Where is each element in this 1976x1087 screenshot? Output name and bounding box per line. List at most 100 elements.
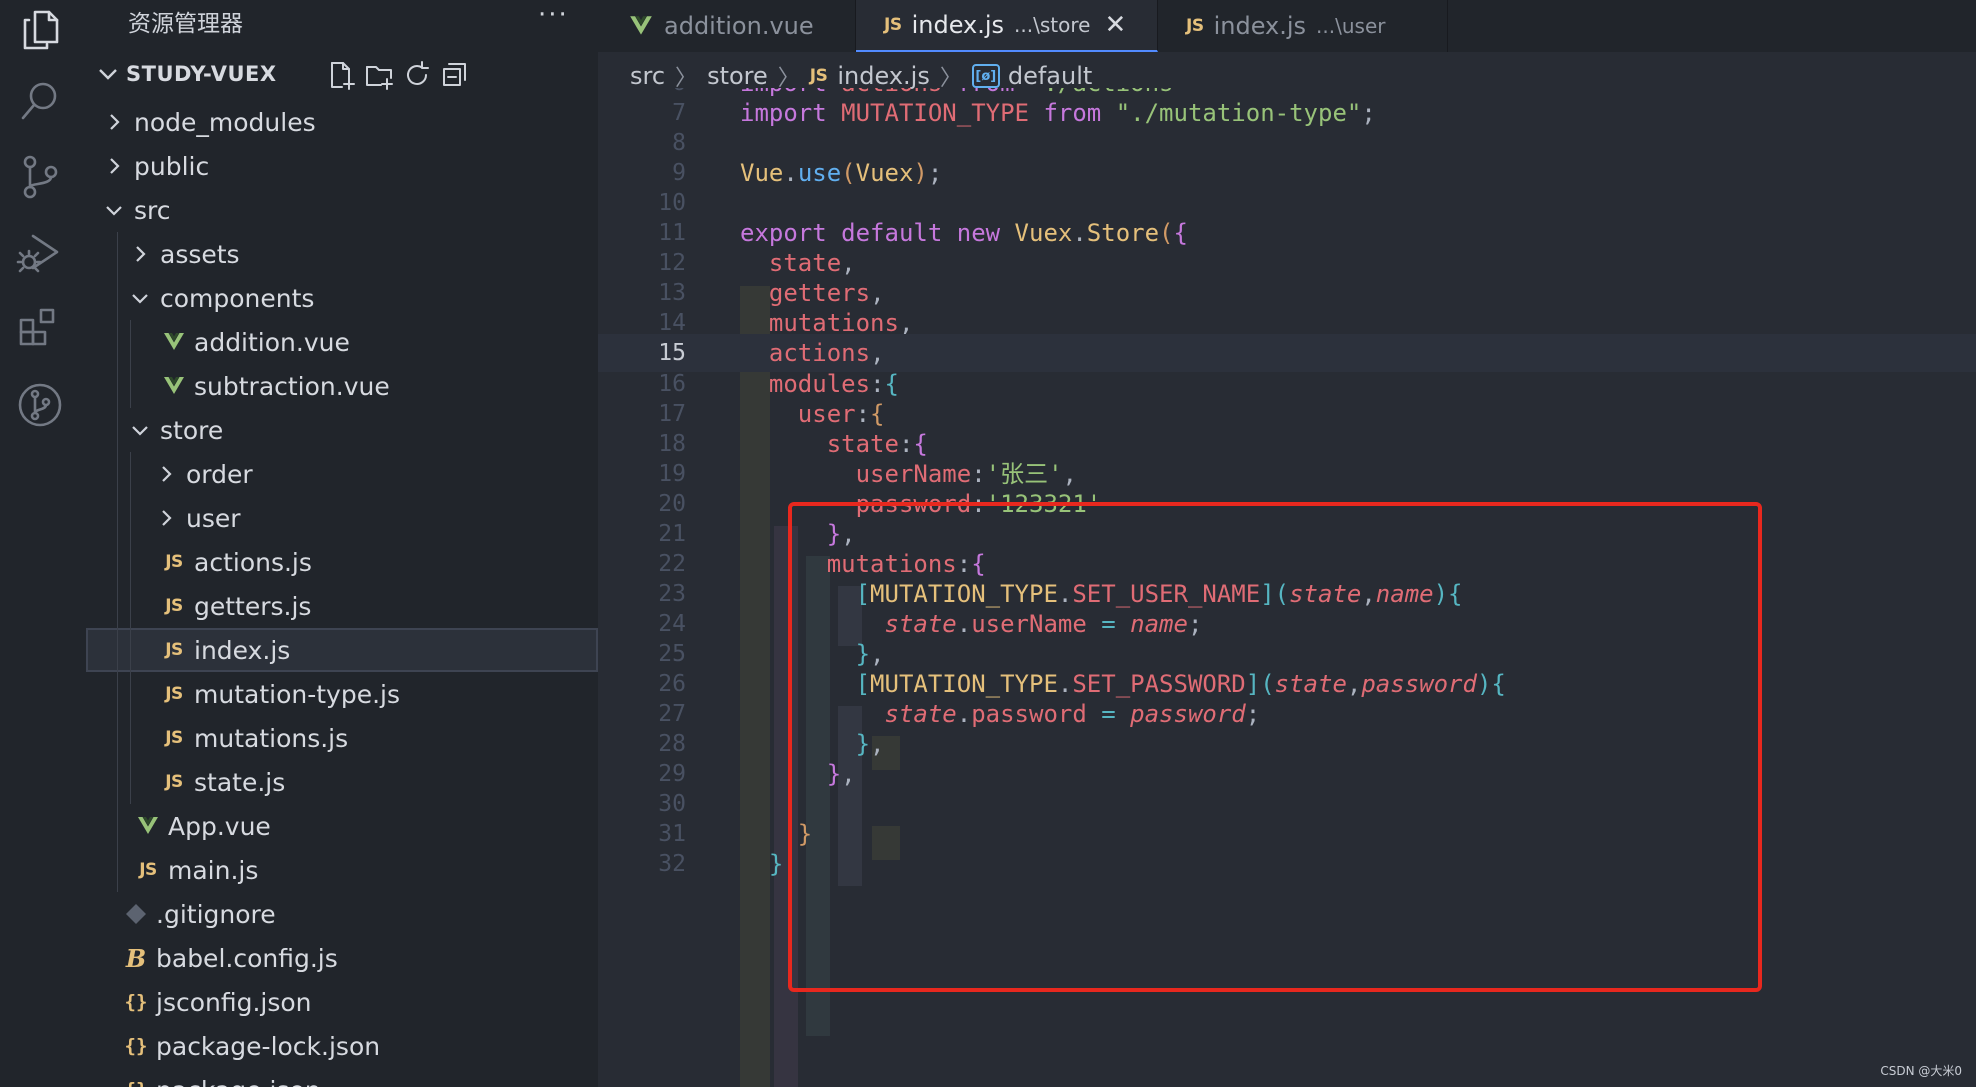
project-section-header[interactable]: STUDY-VUEX — [86, 56, 598, 94]
tree-item-label: store — [160, 415, 224, 445]
breadcrumb-file[interactable]: index.js — [837, 62, 929, 90]
chevron-right-icon — [100, 152, 128, 180]
symbol-variable-icon: [ø] — [971, 64, 1000, 88]
editor-tab-bar: addition.vue JS index.js ...\store ✕ JS index.… — [598, 0, 1976, 52]
explorer-sidebar: 资源管理器 ··· STUDY-VUEX node_modules public s… — [86, 0, 598, 1087]
tree-file[interactable]: JS mutations.js — [86, 716, 598, 760]
tree-item-label: assets — [160, 239, 240, 269]
tree-folder[interactable]: node_modules — [86, 100, 598, 144]
chevron-right-icon — [100, 108, 128, 136]
js-file-icon: JS — [165, 728, 183, 748]
tree-folder[interactable]: order — [86, 452, 598, 496]
tree-file[interactable]: JS main.js — [86, 848, 598, 892]
tree-item-label: App.vue — [168, 811, 271, 841]
code-token: Vuex — [855, 159, 914, 188]
collapse-all-icon[interactable] — [440, 60, 470, 90]
js-file-icon: JS — [165, 684, 183, 704]
tree-folder[interactable]: assets — [86, 232, 598, 276]
tree-file[interactable]: JS state.js — [86, 760, 598, 804]
tree-folder[interactable]: user — [86, 496, 598, 540]
babel-file-icon: B — [125, 943, 147, 973]
tree-file[interactable]: addition.vue — [86, 320, 598, 364]
tree-indent-guide — [130, 584, 131, 628]
tree-folder[interactable]: store — [86, 408, 598, 452]
code-token: user — [797, 399, 856, 428]
tab-label: index.js — [911, 11, 1005, 39]
tree-item-label: index.js — [194, 635, 291, 665]
js-file-icon: JS — [165, 640, 183, 660]
tree-indent-guide — [130, 716, 131, 760]
code-token: { — [884, 369, 899, 398]
tree-file[interactable]: {} package.json — [86, 1068, 598, 1087]
git-graph-icon[interactable] — [13, 378, 67, 432]
code-token: state — [768, 249, 842, 278]
code-token: ; — [927, 159, 943, 188]
tree-indent-guide — [117, 584, 118, 628]
refresh-icon[interactable] — [402, 60, 432, 90]
tree-file[interactable]: {} package-lock.json — [86, 1024, 598, 1068]
tree-indent-guide — [130, 760, 131, 804]
editor-tab[interactable]: JS index.js ...\store ✕ — [856, 0, 1158, 52]
breadcrumb-src[interactable]: src — [630, 62, 665, 90]
tree-file[interactable]: subtraction.vue — [86, 364, 598, 408]
tree-file[interactable]: JS index.js — [86, 628, 598, 672]
tree-folder[interactable]: src — [86, 188, 598, 232]
tree-file[interactable]: JS getters.js — [86, 584, 598, 628]
tree-item-label: mutation-type.js — [194, 679, 400, 709]
extensions-icon[interactable] — [13, 302, 67, 356]
run-debug-icon[interactable] — [13, 226, 67, 280]
breadcrumb-symbol[interactable]: default — [1008, 62, 1092, 90]
editor-tab[interactable]: addition.vue — [598, 0, 856, 52]
tab-label: index.js — [1213, 12, 1307, 40]
tree-indent-guide — [117, 276, 118, 320]
watermark: CSDN @大米0 — [1880, 1064, 1962, 1078]
tree-indent-guide — [117, 496, 118, 540]
tree-indent-guide — [117, 760, 118, 804]
code-token: "./mutation-type" — [1115, 99, 1362, 128]
project-name: STUDY-VUEX — [126, 62, 277, 86]
tab-description: ...\store — [1014, 13, 1091, 37]
chevron-right-icon — [126, 240, 154, 268]
explorer-icon[interactable] — [13, 2, 67, 56]
code-token: { — [913, 429, 928, 458]
code-token: { — [870, 399, 885, 428]
close-tab-icon[interactable]: ✕ — [1104, 10, 1126, 40]
code-token: from — [1043, 99, 1116, 128]
tab-label: addition.vue — [664, 12, 814, 40]
js-file-icon: JS — [139, 860, 157, 880]
tree-file[interactable]: {} jsconfig.json — [86, 980, 598, 1024]
tree-folder[interactable]: public — [86, 144, 598, 188]
tree-file[interactable]: Bbabel.config.js — [86, 936, 598, 980]
more-actions-icon[interactable]: ··· — [538, 0, 569, 30]
new-folder-icon[interactable] — [364, 60, 394, 90]
code-token: actions — [768, 339, 871, 368]
tree-file[interactable]: JS mutation-type.js — [86, 672, 598, 716]
tree-file[interactable]: JS actions.js — [86, 540, 598, 584]
chevron-down-icon — [126, 416, 154, 444]
file-tree: node_modules public src assets components add… — [86, 100, 598, 1087]
tree-file[interactable]: App.vue — [86, 804, 598, 848]
editor-tab[interactable]: JS index.js ...\user — [1158, 0, 1448, 52]
code-token: , — [841, 249, 856, 278]
tree-indent-guide — [117, 672, 118, 716]
breadcrumb-store[interactable]: store — [707, 62, 768, 90]
new-file-icon[interactable] — [326, 60, 356, 90]
sidebar-title: 资源管理器 — [128, 11, 243, 37]
tree-item-label: src — [134, 195, 171, 225]
chevron-down-icon — [126, 284, 154, 312]
tree-file[interactable]: .gitignore — [86, 892, 598, 936]
source-control-icon[interactable] — [13, 150, 67, 204]
code-token: Vue — [740, 159, 784, 188]
tree-item-label: package.json — [156, 1076, 321, 1087]
search-icon[interactable] — [13, 74, 67, 128]
tree-item-label: main.js — [168, 855, 259, 885]
tree-folder[interactable]: components — [86, 276, 598, 320]
json-file-icon: {} — [122, 1076, 150, 1087]
tree-indent-guide — [117, 364, 118, 408]
code-token: , — [870, 339, 885, 368]
code-token: use — [797, 159, 842, 188]
